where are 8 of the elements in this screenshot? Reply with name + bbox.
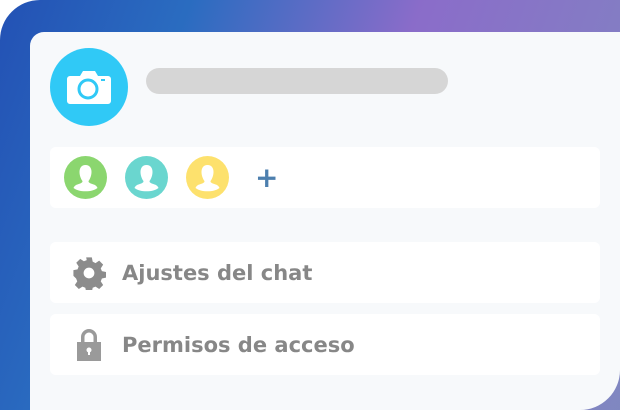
user-avatar-icon[interactable] <box>186 156 229 199</box>
user-avatar-icon[interactable] <box>64 156 107 199</box>
add-member-button[interactable]: + <box>251 164 282 192</box>
menu-item[interactable]: Ajustes del chat <box>50 242 600 303</box>
camera-icon <box>66 69 112 105</box>
settings-icon <box>72 256 106 290</box>
user-avatar-icon[interactable] <box>125 156 168 199</box>
menu-item[interactable]: Permisos de acceso <box>50 314 600 375</box>
